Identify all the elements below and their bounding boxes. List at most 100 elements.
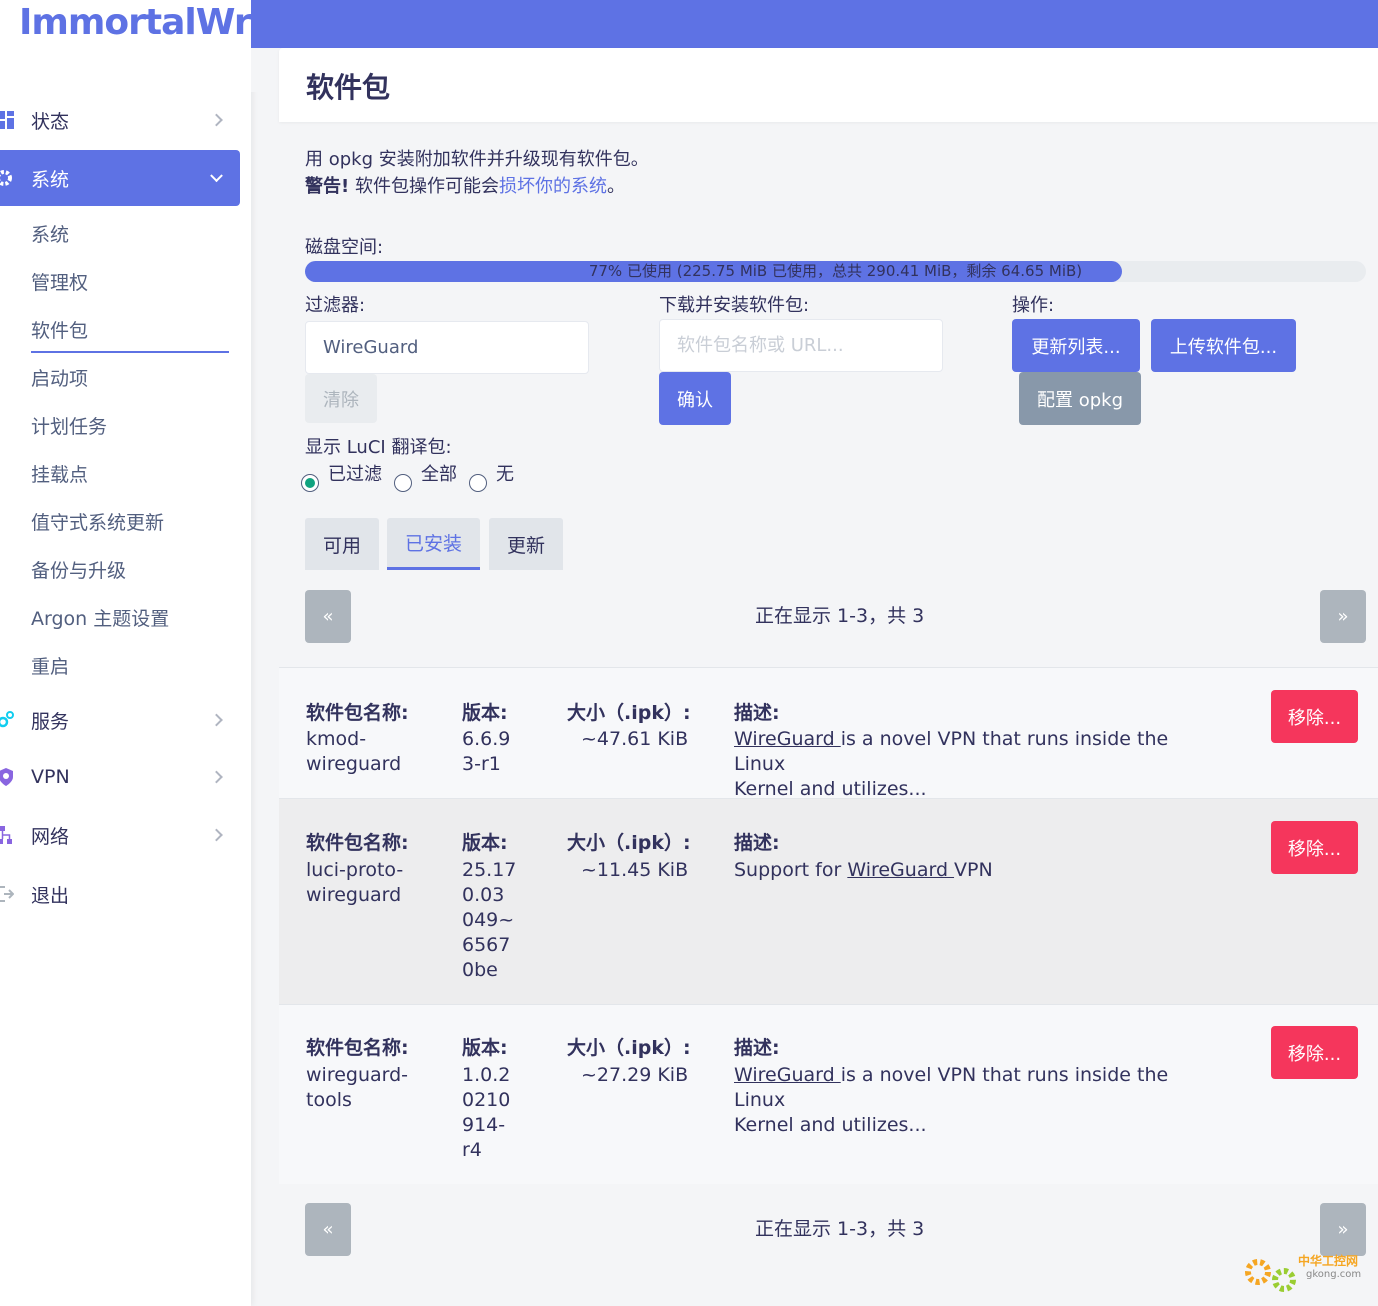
services-icon [0,711,14,729]
col-header-version: 版本: [462,832,508,854]
nav-status[interactable]: 状态 [0,92,240,148]
luci-translation-label: 显示 LuCI 翻译包: [305,437,452,458]
radio-all[interactable] [394,474,412,492]
col-header-desc: 描述: [734,1037,780,1059]
subnav-mounts[interactable]: 挂载点 [31,460,88,487]
nav-vpn[interactable]: VPN [0,749,240,805]
filter-label: 过滤器: [305,295,366,316]
upload-package-button[interactable]: 上传软件包... [1151,319,1296,372]
vpn-icon [0,768,14,786]
chevron-right-icon [210,713,223,727]
col-header-name: 软件包名称: [306,832,409,854]
radio-filtered-label: 已过滤 [328,464,382,485]
network-icon [0,826,14,844]
remove-package-button[interactable]: 移除... [1271,690,1358,743]
title-card: 软件包 [279,48,1378,122]
nav-vpn-label: VPN [31,766,70,788]
nav-services[interactable]: 服务 [0,692,240,748]
subnav-backup-flash[interactable]: 备份与升级 [31,556,126,583]
subnav-admin[interactable]: 管理权 [31,268,88,295]
pager-status-bottom: 正在显示 1-3，共 3 [755,1218,925,1240]
pager-status: 正在显示 1-3，共 3 [755,605,925,627]
table-row: 软件包名称: 版本: 大小（.ipk）: 描述: wireguard-tools… [279,1004,1378,1184]
nav-system-label: 系统 [31,168,70,191]
package-description: Support for WireGuard VPN [734,859,993,881]
subnav-startup[interactable]: 启动项 [31,364,88,391]
update-lists-button[interactable]: 更新列表... [1012,319,1140,372]
confirm-install-button[interactable]: 确认 [659,372,731,425]
package-version: 6.6.9 3-r1 [462,728,511,775]
subnav-attended-sysupgrade[interactable]: 值守式系统更新 [31,508,164,535]
configure-opkg-button[interactable]: 配置 opkg [1019,372,1141,425]
logout-icon [0,885,15,903]
package-name: kmod-wireguard [306,728,402,775]
pager-next-button[interactable]: » [1320,590,1366,643]
table-row: 软件包名称: 版本: 大小（.ipk）: 描述: luci-proto-wire… [279,798,1378,1004]
col-header-desc: 描述: [734,702,780,724]
page-intro: 用 opkg 安装附加软件并升级现有软件包。 [305,149,649,170]
subnav-reboot[interactable]: 重启 [31,652,69,679]
pager-prev-button-bottom[interactable]: « [305,1203,351,1256]
tab-installed[interactable]: 已安装 [387,518,480,570]
warning-strong: 警告! [305,176,350,197]
filter-input[interactable] [305,321,589,374]
package-name: luci-proto-wireguard [306,859,404,906]
watermark-title: 中华工控网 [1298,1254,1359,1268]
warning-link[interactable]: 损坏你的系统 [499,176,607,197]
wireguard-link[interactable]: WireGuard [847,859,954,881]
disk-progress-text: 77% 已使用 (225.75 MiB 已使用，总共 290.41 MiB，剩余… [588,262,1083,280]
subnav-argon-config[interactable]: Argon 主题设置 [31,604,169,631]
radio-none-label: 无 [496,464,514,485]
download-url-input[interactable] [659,319,943,372]
subnav-software[interactable]: 软件包 [31,316,229,353]
tab-available[interactable]: 可用 [305,518,379,570]
package-name: wireguard-tools [306,1064,409,1111]
radio-none[interactable] [469,474,487,492]
wireguard-link[interactable]: WireGuard [734,1064,841,1086]
subnav-system[interactable]: 系统 [31,220,69,247]
nav-network[interactable]: 网络 [0,807,240,863]
radio-all-label: 全部 [421,464,457,485]
page-title: 软件包 [306,71,391,104]
package-size: ~47.61 KiB [581,728,689,750]
brand-logo[interactable]: ImmortalWrt [19,2,268,43]
nav-network-label: 网络 [31,825,70,848]
col-header-version: 版本: [462,702,508,724]
nav-logout-label: 退出 [31,884,70,907]
remove-package-button[interactable]: 移除... [1271,1026,1358,1079]
tab-updates[interactable]: 更新 [489,518,563,570]
nav-status-label: 状态 [31,110,70,133]
watermark-site: gkong.com [1306,1269,1362,1280]
package-version: 25.17 0.03 049~ 6567 0be [462,859,517,981]
col-header-size: 大小（.ipk）: [567,832,691,854]
col-header-version: 版本: [462,1037,508,1059]
col-header-name: 软件包名称: [306,1037,409,1059]
pager-prev-button[interactable]: « [305,590,351,643]
table-row: 软件包名称: 版本: 大小（.ipk）: 描述: kmod-wireguard … [279,667,1378,800]
download-label: 下载并安装软件包: [659,295,810,316]
package-description: WireGuard is a novel VPN that runs insid… [734,728,1169,800]
nav-logout[interactable]: 退出 [0,866,240,922]
radio-filtered[interactable] [301,474,319,492]
chevron-right-icon [210,828,223,842]
subnav-crontab[interactable]: 计划任务 [31,412,107,439]
gear-icon [0,169,14,187]
remove-package-button[interactable]: 移除... [1271,821,1358,874]
chevron-down-icon [210,169,223,183]
nav-system[interactable]: 系统 [0,150,240,206]
actions-label: 操作: [1012,295,1055,316]
col-header-name: 软件包名称: [306,702,409,724]
page-warning: 警告! 软件包操作可能会损坏你的系统。 [305,172,625,198]
watermark: 中华工控网 gkong.com [1240,1250,1370,1300]
package-version: 1.0.2 0210 914- r4 [462,1064,511,1161]
chevron-right-icon [210,770,223,784]
gear-logo-icon [1245,1259,1296,1292]
clear-filter-button[interactable]: 清除 [305,374,377,423]
disk-label: 磁盘空间: [305,237,384,258]
pager-next-button-bottom[interactable]: » [1320,1203,1366,1256]
col-header-desc: 描述: [734,832,780,854]
wireguard-link[interactable]: WireGuard [734,728,841,750]
package-size: ~27.29 KiB [581,1064,689,1086]
package-description: WireGuard is a novel VPN that runs insid… [734,1064,1169,1136]
warning-end: 。 [606,176,625,197]
